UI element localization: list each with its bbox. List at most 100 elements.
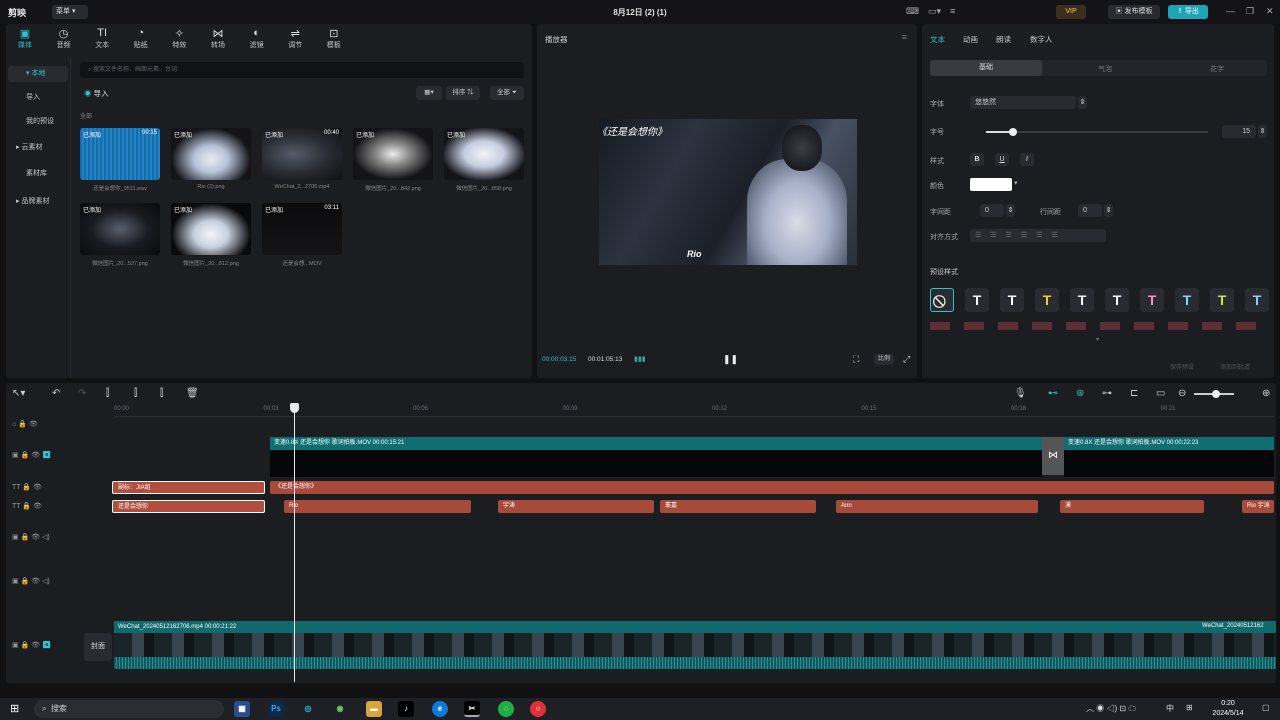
save-preset-button[interactable]: 保存预设 [1170, 362, 1194, 371]
sidebar-item-brand[interactable]: ▸ 品牌素材 [8, 194, 68, 210]
text-preset[interactable]: T [1035, 288, 1059, 312]
lyric-clip[interactable]: 宇涛 [498, 500, 654, 513]
video-preview[interactable]: 《还是会想你》 Rio [597, 119, 857, 265]
transition-marker-icon[interactable]: ⋈ [1042, 437, 1064, 475]
font-select[interactable]: 悠悠然 [970, 96, 1076, 109]
app-icon-red[interactable]: ○ [530, 701, 546, 717]
text-preset[interactable]: T [1105, 288, 1129, 312]
publish-template-button[interactable]: ▣ 发布模板 [1108, 5, 1160, 19]
pause-button[interactable]: ❚❚ [723, 354, 738, 365]
media-thumbnail[interactable]: 已添加 00:40 [262, 128, 342, 180]
expand-icon[interactable]: ⤢ [903, 354, 910, 365]
tool-5[interactable]: ⋈ 转场 [201, 27, 235, 50]
sidebar-item-import[interactable]: 导入 [8, 90, 68, 106]
add-to-track-button[interactable]: 添加到轨道 [1220, 362, 1250, 371]
text-preset[interactable]: T [1140, 288, 1164, 312]
media-thumbnail[interactable]: 已添加 03:11 [262, 203, 342, 255]
playhead[interactable] [294, 404, 295, 682]
text-preset[interactable]: ⃠ [930, 288, 954, 312]
size-slider-track[interactable] [986, 128, 1208, 136]
auto-snap-icon[interactable]: ⊛ [1076, 388, 1084, 399]
lyric-clip[interactable]: Rio [284, 500, 471, 513]
font-select-arrow[interactable]: ⇕ [1078, 96, 1087, 109]
segment-basic[interactable]: 基础 [930, 60, 1042, 76]
close-icon[interactable]: ✕ [1266, 6, 1274, 17]
lyric-clip[interactable]: Rio 宇涛 [1242, 500, 1274, 513]
color-dropdown-icon[interactable]: ▾ [1014, 179, 1018, 187]
tray-icons[interactable]: ︿ ◉ ◁) ⊡ ☁ [1086, 703, 1136, 714]
color-swatch[interactable] [970, 178, 1012, 191]
export-button[interactable]: ⇪ 导出 [1168, 5, 1208, 19]
media-thumbnail[interactable]: 已添加 [171, 128, 251, 180]
fullscreen-preview-icon[interactable]: ⛶ [853, 354, 859, 365]
delete-icon[interactable]: 🗑 [186, 388, 199, 399]
select-tool-icon[interactable]: ↖▾ [12, 388, 25, 399]
size-slider-handle[interactable] [1008, 128, 1017, 136]
text-clip-title[interactable]: 《还是会想你》 [270, 481, 1274, 494]
layout-icon[interactable]: ▭▾ [928, 6, 941, 17]
text-preset[interactable]: T [965, 288, 989, 312]
capcut-icon[interactable]: ✂ [464, 701, 480, 717]
link-icon[interactable]: ⊶ [1102, 388, 1112, 399]
char-spacing-stepper[interactable]: ⇕ [1006, 204, 1015, 217]
taskbar-search-input[interactable]: ⌕ 搜索 [34, 700, 224, 718]
size-input[interactable]: 15 [1222, 125, 1256, 138]
chrome-icon[interactable]: ◉ [332, 701, 348, 717]
ratio-button[interactable]: 比例 [874, 354, 894, 365]
app-icon-1[interactable]: ▦ [234, 701, 250, 717]
tool-4[interactable]: ✧ 特效 [162, 27, 196, 50]
text-preset[interactable]: T [1175, 288, 1199, 312]
media-thumbnail[interactable]: 已添加 [171, 203, 251, 255]
input-mode-icon[interactable]: ⊞ [1186, 703, 1193, 712]
line-spacing-stepper[interactable]: ⇕ [1104, 204, 1113, 217]
tool-2[interactable]: TI 文本 [85, 27, 119, 50]
clock[interactable]: 0:20 2024/5/14 [1204, 699, 1252, 719]
sidebar-item-local[interactable]: ▾ 本地 [8, 66, 68, 82]
settings-icon[interactable]: ≡ [950, 6, 955, 16]
import-button[interactable]: ◉ 导入 [84, 88, 109, 99]
menu-button[interactable]: 菜单 ▾ [52, 5, 88, 19]
size-stepper[interactable]: ⇕ [1258, 125, 1267, 138]
redo-icon[interactable]: ↷ [78, 388, 86, 399]
zoom-slider-handle[interactable] [1212, 390, 1220, 398]
ime-indicator[interactable]: 中 [1166, 703, 1174, 714]
wechat-icon[interactable]: ◌ [498, 701, 514, 717]
tiktok-icon[interactable]: ♪ [398, 701, 414, 717]
keyboard-icon[interactable]: ⌨ [906, 6, 919, 17]
folder-icon[interactable]: ▬ [366, 701, 382, 717]
search-app-icon[interactable]: ◎ [300, 701, 316, 717]
media-thumbnail[interactable]: 已添加 00:15 [80, 128, 160, 180]
video-clip-1[interactable]: 变速0.8X 还是会想你 歌词拍板.MOV 00:00:15:21 [270, 437, 1042, 477]
preview-axis-icon[interactable]: ⊏ [1130, 388, 1138, 399]
lyric-clip[interactable]: Ann [836, 500, 1038, 513]
edge-icon[interactable]: e [432, 701, 448, 717]
media-thumbnail[interactable]: 已添加 [353, 128, 433, 180]
media-thumbnail[interactable]: 已添加 [444, 128, 524, 180]
tab-animation[interactable]: 动画 [963, 34, 978, 45]
filter-button[interactable]: 全部 ⏷ [490, 86, 524, 100]
split-left-icon[interactable]: ⫿ [134, 388, 137, 399]
media-search-input[interactable]: ⌕ 搜索文件名称、画面元素、台词 [80, 62, 524, 78]
text-preset[interactable]: T [1070, 288, 1094, 312]
lyric-clip[interactable]: 漠 [1060, 500, 1204, 513]
lyric-clip[interactable]: 寰嘉 [660, 500, 816, 513]
bold-button[interactable]: B [970, 153, 984, 166]
main-track-clip[interactable]: WeChat_20240512162706.mp4 00:00:21:22 [114, 621, 1276, 669]
photoshop-icon[interactable]: Ps [268, 701, 284, 717]
windows-start-icon[interactable]: ⊞ [10, 702, 19, 715]
video-clip-2[interactable]: 变速0.8X 还是会想你 歌词拍板.MOV 00:00:22:23 [1064, 437, 1274, 477]
segment-bubble[interactable]: 气泡 [1098, 64, 1112, 74]
tool-3[interactable]: ◔ 贴纸 [124, 27, 158, 50]
text-preset[interactable]: T [1210, 288, 1234, 312]
view-mode-button[interactable]: ▦▾ [416, 86, 442, 100]
player-menu-icon[interactable]: ≡ [902, 32, 907, 42]
sort-button[interactable]: 排序 ⇅ [446, 86, 480, 100]
segment-fancy[interactable]: 花字 [1210, 64, 1224, 74]
tool-6[interactable]: ◐ 滤镜 [240, 27, 274, 50]
text-clip-subtitle[interactable]: 副标：JIA组 [112, 481, 265, 494]
tab-read-aloud[interactable]: 朗读 [996, 34, 1011, 45]
media-thumbnail[interactable]: 已添加 [80, 203, 160, 255]
caption-icon[interactable]: ▭ [1156, 388, 1165, 399]
undo-icon[interactable]: ↶ [52, 388, 60, 399]
italic-button[interactable]: I [1020, 153, 1034, 166]
